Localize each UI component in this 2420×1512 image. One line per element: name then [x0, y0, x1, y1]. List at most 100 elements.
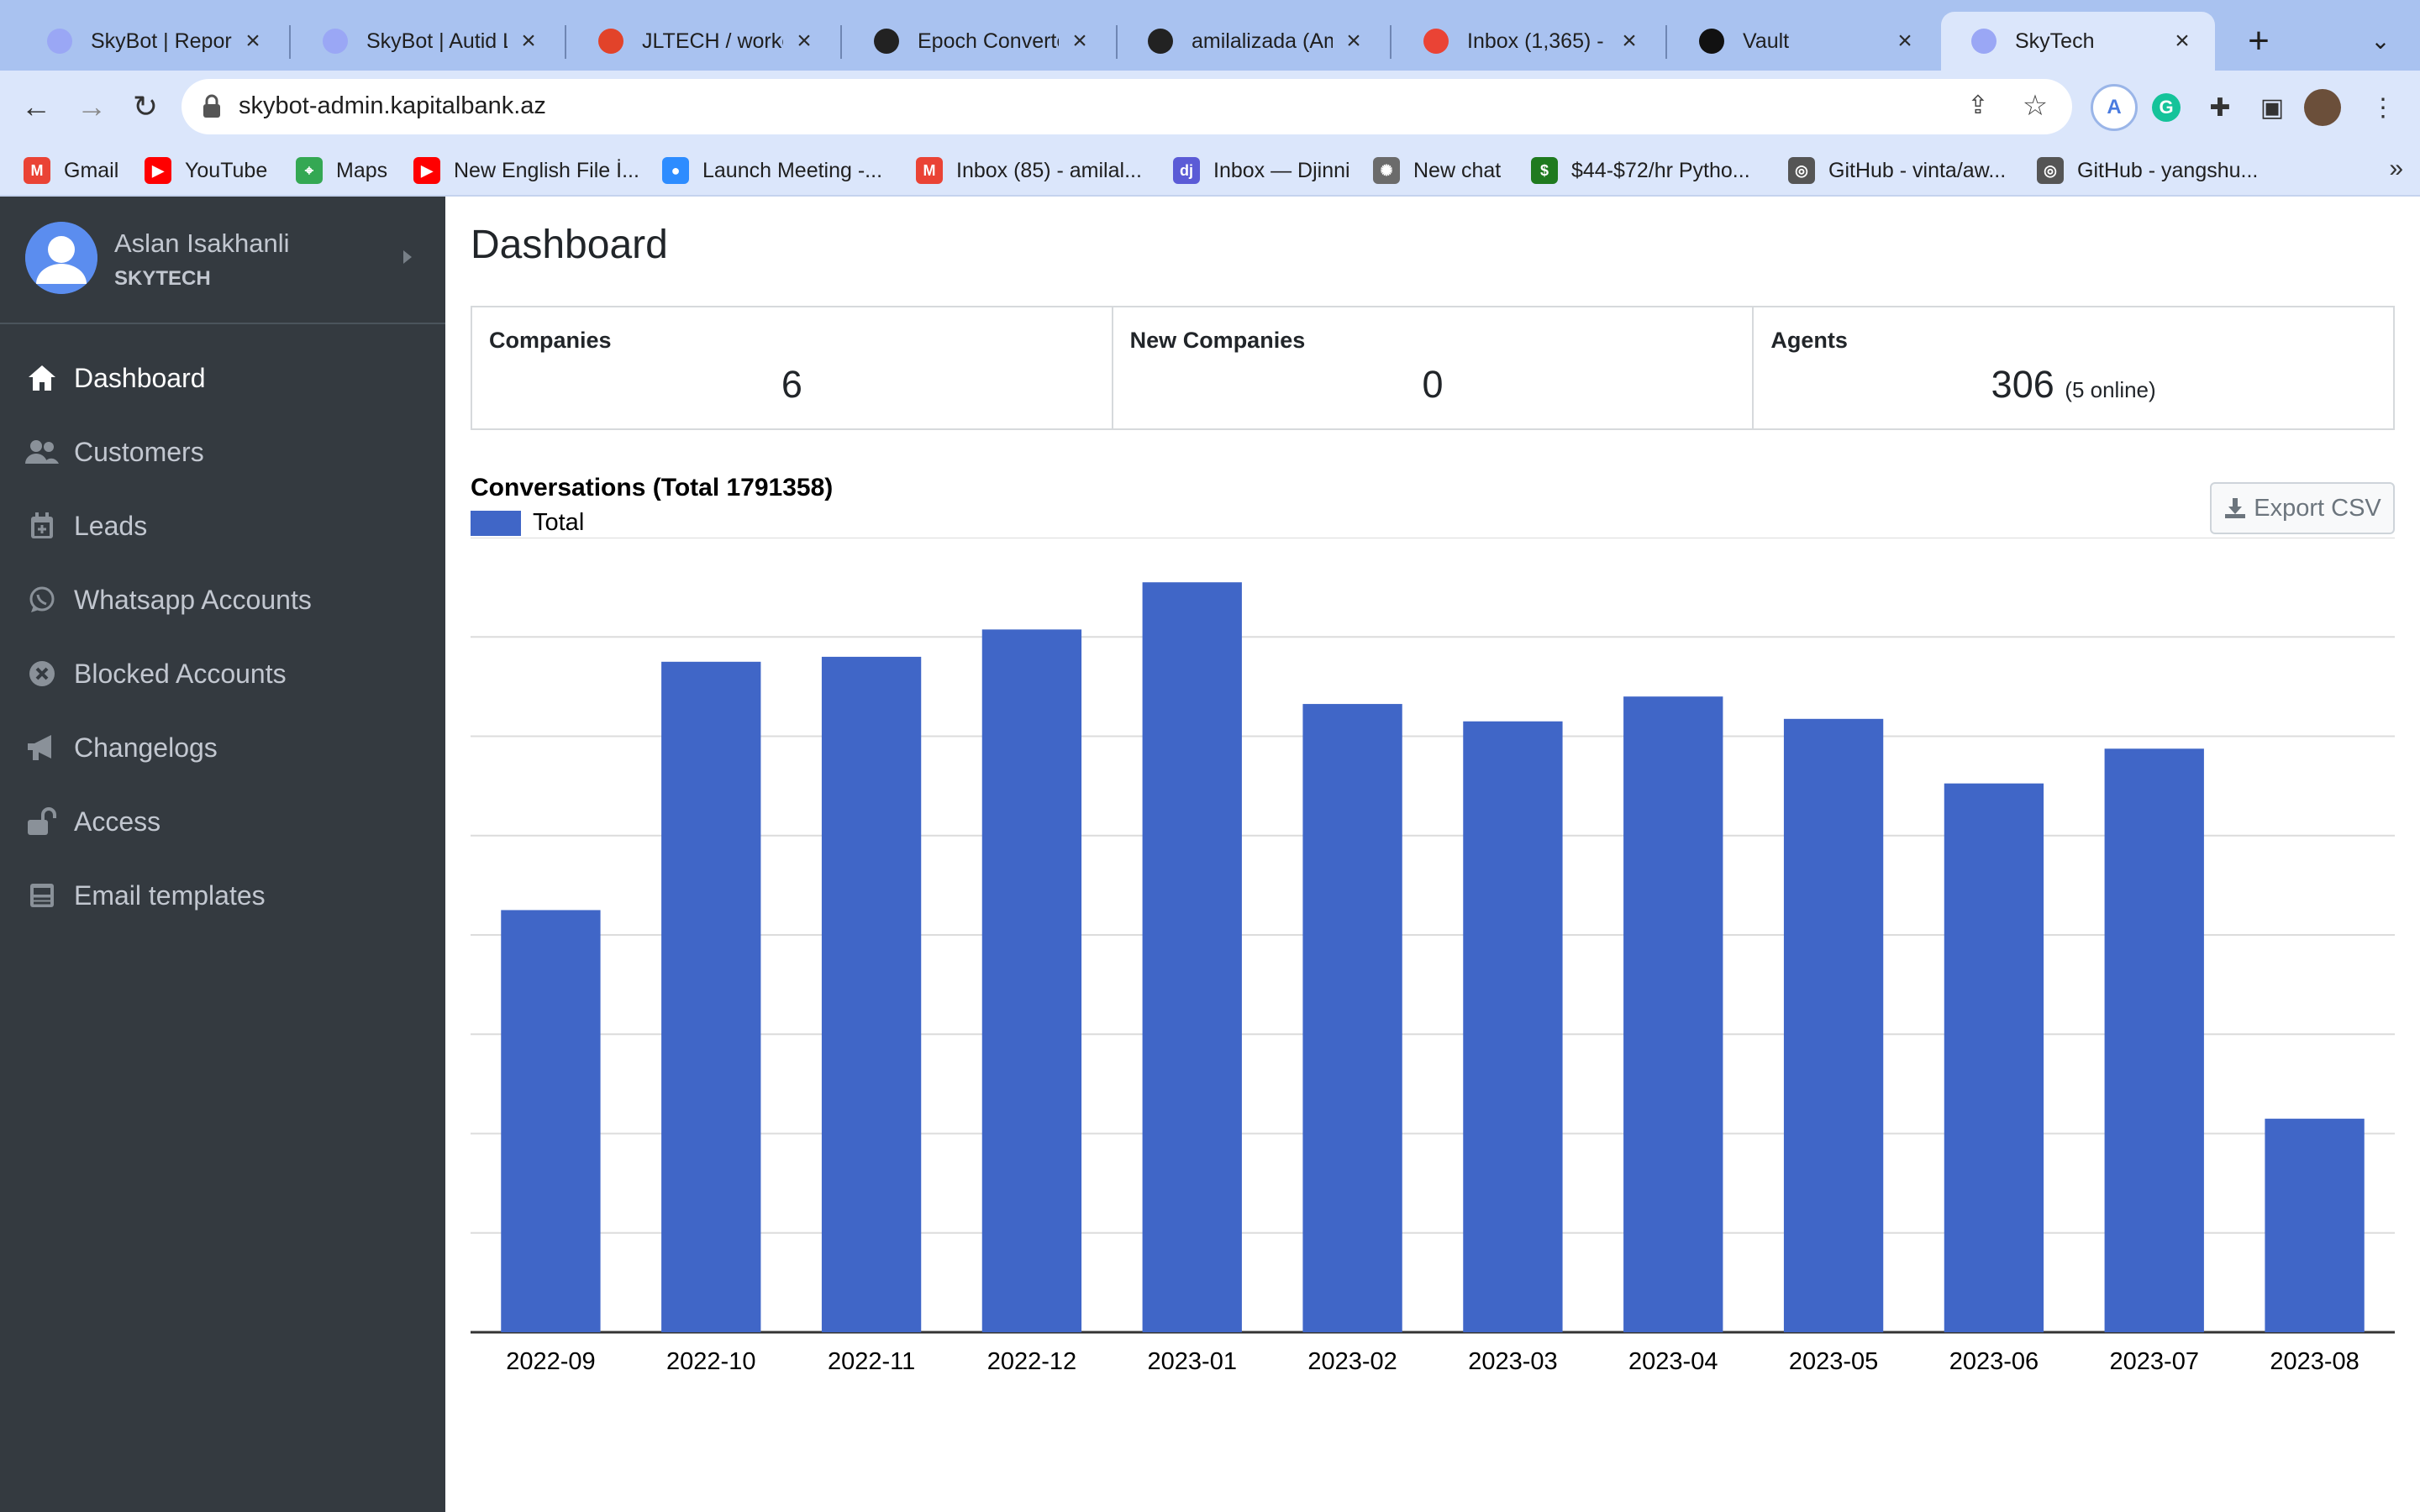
back-arrow-icon[interactable]: ←	[12, 82, 60, 131]
forward-arrow-icon[interactable]: →	[67, 82, 116, 131]
bar-2023-08[interactable]	[2265, 1118, 2365, 1332]
bookmark-item[interactable]: M Gmail	[24, 155, 118, 186]
x-tick-label: 2022-10	[666, 1348, 755, 1375]
url-text[interactable]: skybot-admin.kapitalbank.az	[239, 92, 546, 120]
user-icon	[25, 222, 97, 294]
calendar-plus-icon	[25, 509, 59, 543]
bookmark-favicon-icon: ⌖	[296, 157, 323, 184]
stat-card-companies: Companies 6	[472, 307, 1113, 428]
address-bar[interactable]: skybot-admin.kapitalbank.az ⇪ ☆	[182, 79, 2072, 134]
stat-value-number: 0	[1422, 363, 1444, 406]
x-tick-label: 2023-03	[1468, 1348, 1557, 1375]
sidebar-item-whatsapp-accounts[interactable]: Whatsapp Accounts	[0, 563, 445, 637]
reload-icon[interactable]: ↻	[121, 82, 170, 131]
extensions-puzzle-icon[interactable]: ✚	[2196, 84, 2244, 131]
browser-tab[interactable]: SkyTech ×	[1941, 12, 2215, 71]
bookmark-item[interactable]: dj Inbox — Djinni	[1173, 155, 1350, 186]
tab-strip: SkyBot | Reports×SkyBot | Autid Logs×JLT…	[0, 0, 2420, 71]
stat-value: 0	[1113, 363, 1753, 407]
vault-icon	[1699, 29, 1724, 54]
share-icon[interactable]: ⇪	[1961, 91, 1995, 124]
sidebar-item-changelogs[interactable]: Changelogs	[0, 711, 445, 785]
sidebar-item-customers[interactable]: Customers	[0, 415, 445, 489]
sidebar-item-leads[interactable]: Leads	[0, 489, 445, 563]
caret-right-icon[interactable]	[403, 250, 412, 264]
bar-2023-04[interactable]	[1623, 696, 1723, 1332]
browser-tab[interactable]: Inbox (1,365) - ar ×	[1393, 12, 1662, 71]
bookmark-item[interactable]: ⌖ Maps	[296, 155, 387, 186]
translate-extension-icon[interactable]: A	[2091, 84, 2138, 131]
bar-2023-05[interactable]	[1783, 718, 1884, 1332]
export-csv-button[interactable]: Export CSV	[2210, 482, 2395, 534]
bar-2023-07[interactable]	[2104, 748, 2204, 1332]
tab-close-icon[interactable]: ×	[1341, 27, 1366, 55]
stat-label: New Companies	[1129, 328, 1306, 353]
bookmark-item[interactable]: ✺ New chat	[1373, 155, 1501, 186]
tab-title: SkyBot | Reports	[91, 29, 232, 53]
conversations-bar-chart: 2022-09 2022-10 2022-11 2022-12 2023-01 2023-…	[471, 538, 2395, 1375]
tab-close-icon[interactable]: ×	[2170, 27, 2195, 55]
tab-close-icon[interactable]: ×	[516, 27, 541, 55]
bar-2022-12[interactable]	[981, 629, 1082, 1332]
browser-tab[interactable]: SkyBot | Autid Logs ×	[292, 12, 561, 71]
user-name[interactable]: Aslan Isakhanli	[114, 228, 290, 259]
side-panel-icon[interactable]: ▣	[2249, 84, 2296, 131]
bar-2023-06[interactable]	[1944, 783, 2044, 1332]
bookmark-item[interactable]: $ $44-$72/hr Pytho...	[1531, 155, 1750, 186]
kebab-menu-icon[interactable]: ⋮	[2360, 84, 2407, 131]
avatar[interactable]	[25, 222, 97, 294]
sidebar-item-label: Access	[74, 806, 161, 837]
sidebar-item-label: Customers	[74, 436, 204, 467]
sidebar-item-access[interactable]: Access	[0, 785, 445, 858]
sidebar-item-label: Dashboard	[74, 362, 206, 393]
skybot-icon	[1971, 29, 1996, 54]
stat-value-number: 6	[781, 363, 802, 406]
bookmark-star-icon[interactable]: ☆	[2018, 89, 2052, 123]
bookmark-label: GitHub - vinta/aw...	[1828, 158, 2007, 182]
new-tab-button[interactable]: +	[2235, 18, 2282, 66]
tab-close-icon[interactable]: ×	[1617, 27, 1642, 55]
tab-separator	[289, 25, 291, 59]
tab-close-icon[interactable]: ×	[240, 27, 266, 55]
bookmark-item[interactable]: ▶ New English File İ...	[413, 155, 639, 186]
x-tick-label: 2023-08	[2270, 1348, 2359, 1375]
bar-2022-10[interactable]	[661, 661, 761, 1332]
sidebar-item-label: Blocked Accounts	[74, 658, 287, 689]
bookmark-item[interactable]: M Inbox (85) - amilal...	[916, 155, 1142, 186]
browser-tab[interactable]: SkyBot | Reports ×	[17, 12, 286, 71]
page-title: Dashboard	[471, 223, 668, 267]
bar-2023-01[interactable]	[1142, 582, 1242, 1332]
browser-tab[interactable]: amilalizada (Amil ×	[1118, 12, 1386, 71]
sidebar-item-email-templates[interactable]: Email templates	[0, 858, 445, 932]
tab-search-chevron-icon[interactable]: ⌄	[2361, 22, 2400, 60]
bookmark-favicon-icon: ▶	[145, 157, 171, 184]
tab-close-icon[interactable]: ×	[1067, 27, 1092, 55]
tab-close-icon[interactable]: ×	[792, 27, 817, 55]
bookmarks-overflow-icon[interactable]: »	[2389, 155, 2403, 183]
browser-tab[interactable]: Epoch Converter ×	[844, 12, 1113, 71]
bookmark-label: Launch Meeting -...	[702, 158, 883, 182]
lock-icon[interactable]	[202, 94, 222, 119]
tab-close-icon[interactable]: ×	[1892, 27, 1918, 55]
sidebar-item-blocked-accounts[interactable]: Blocked Accounts	[0, 637, 445, 711]
bookmark-label: Inbox (85) - amilal...	[956, 158, 1142, 182]
chart-legend[interactable]: Total	[471, 509, 584, 537]
bookmark-item[interactable]: ◎ GitHub - vinta/aw...	[1788, 155, 2006, 186]
sidebar-item-dashboard[interactable]: Dashboard	[0, 341, 445, 415]
bookmark-item[interactable]: ● Launch Meeting -...	[662, 155, 882, 186]
bookmark-item[interactable]: ◎ GitHub - yangshu...	[2037, 155, 2258, 186]
bar-2022-11[interactable]	[821, 656, 922, 1332]
profile-avatar[interactable]	[2304, 89, 2341, 126]
bar-2023-02[interactable]	[1302, 704, 1402, 1332]
browser-tab[interactable]: Vault ×	[1669, 12, 1938, 71]
browser-tab[interactable]: JLTECH / worker_ ×	[568, 12, 837, 71]
times-circle-icon	[25, 657, 59, 690]
grammarly-extension-icon[interactable]: G	[2143, 84, 2190, 131]
user-panel[interactable]: Aslan Isakhanli SKYTECH	[0, 197, 445, 324]
bookmark-item[interactable]: ▶ YouTube	[145, 155, 267, 186]
bookmark-favicon-icon: ✺	[1373, 157, 1400, 184]
bar-2023-03[interactable]	[1463, 721, 1563, 1332]
bookmark-favicon-icon: ◎	[1788, 157, 1815, 184]
bar-2022-09[interactable]	[501, 910, 601, 1332]
sidebar-item-label: Changelogs	[74, 732, 218, 763]
